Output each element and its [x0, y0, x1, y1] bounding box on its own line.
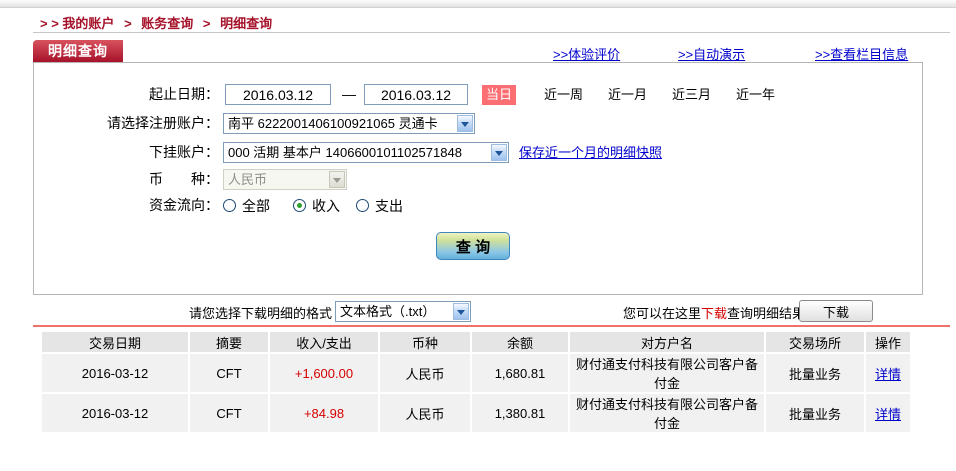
quick-range-month[interactable]: 近一月 — [608, 85, 647, 105]
top-gradient-strip — [0, 0, 956, 8]
cell-currency: 人民币 — [380, 354, 470, 392]
date-to-input[interactable] — [364, 84, 468, 105]
date-range-label: 起止日期： — [34, 84, 219, 105]
download-button[interactable]: 下载 — [799, 300, 873, 322]
cell-amount: +84.98 — [270, 394, 378, 432]
table-top-divider — [33, 325, 950, 327]
tab-label: 明细查询 — [48, 43, 108, 59]
sub-account-select[interactable]: 000 活期 基本户 1406600101102571848 — [223, 142, 509, 163]
chevron-down-icon — [457, 115, 473, 132]
detail-query-page: > > 我的账户 > 账务查询 > 明细查询 明细查询 >>体验评价 >>自动演… — [0, 0, 956, 471]
currency-label: 币 种： — [34, 169, 219, 190]
cell-balance: 1,380.81 — [472, 394, 568, 432]
sub-account-value: 000 活期 基本户 1406600101102571848 — [228, 144, 489, 161]
header-divider — [33, 32, 950, 33]
radio-checked-icon — [293, 199, 306, 212]
radio-unchecked-icon — [223, 199, 236, 212]
breadcrumb: > > 我的账户 > 账务查询 > 明细查询 — [40, 13, 272, 32]
registered-account-label: 请选择注册账户： — [34, 113, 219, 134]
registered-account-select[interactable]: 南平 6222001406100921065 灵通卡 — [223, 113, 475, 134]
date-range-dash: — — [339, 84, 359, 105]
cell-venue: 批量业务 — [766, 354, 864, 392]
cell-action: 详情 — [866, 394, 910, 432]
link-experience-review[interactable]: >>体验评价 — [553, 44, 620, 63]
download-hint-download-word: 下载 — [701, 306, 727, 321]
link-view-column-info[interactable]: >>查看栏目信息 — [815, 44, 908, 63]
currency-select: 人民币 — [223, 169, 347, 190]
breadcrumb-account-query[interactable]: 账务查询 — [141, 16, 193, 31]
col-header-amount: 收入/支出 — [270, 332, 378, 352]
cell-venue: 批量业务 — [766, 394, 864, 432]
cell-summary: CFT — [190, 354, 268, 392]
cell-date: 2016-03-12 — [42, 394, 188, 432]
download-hint: 您可以在这里下载查询明细结果 — [623, 303, 805, 324]
table-row: 2016-03-12 CFT +1,600.00 人民币 1,680.81 财付… — [42, 354, 910, 392]
save-snapshot-link[interactable]: 保存近一个月的明细快照 — [519, 142, 662, 163]
download-format-select[interactable]: 文本格式（.txt） — [335, 301, 471, 322]
transaction-table: 交易日期 摘要 收入/支出 币种 余额 对方户名 交易场所 操作 2016-03… — [40, 330, 912, 434]
col-header-balance: 余额 — [472, 332, 568, 352]
col-header-action: 操作 — [866, 332, 910, 352]
cell-action: 详情 — [866, 354, 910, 392]
chevron-down-icon — [329, 171, 345, 188]
download-hint-pre: 您可以在这里 — [623, 306, 701, 321]
cell-counterparty: 财付通支付科技有限公司客户备付金 — [570, 354, 764, 392]
col-header-venue: 交易场所 — [766, 332, 864, 352]
col-header-summary: 摘要 — [190, 332, 268, 352]
cell-date: 2016-03-12 — [42, 354, 188, 392]
flow-radio-income[interactable]: 收入 — [293, 195, 340, 216]
flow-radio-income-label: 收入 — [312, 196, 340, 216]
breadcrumb-separator: > — [203, 16, 211, 31]
cell-summary: CFT — [190, 394, 268, 432]
tab-detail-query[interactable]: 明细查询 — [33, 40, 123, 62]
table-row: 2016-03-12 CFT +84.98 人民币 1,380.81 财付通支付… — [42, 394, 910, 432]
sub-account-label: 下挂账户： — [34, 142, 219, 163]
radio-unchecked-icon — [356, 199, 369, 212]
col-header-counterparty: 对方户名 — [570, 332, 764, 352]
chevron-down-icon — [491, 144, 507, 161]
registered-account-value: 南平 6222001406100921065 灵通卡 — [228, 115, 455, 132]
quick-range-week[interactable]: 近一周 — [544, 85, 583, 105]
detail-link[interactable]: 详情 — [875, 367, 901, 382]
currency-value: 人民币 — [228, 171, 327, 188]
breadcrumb-separator: > — [124, 16, 132, 31]
chevron-down-icon — [453, 303, 469, 320]
col-header-date: 交易日期 — [42, 332, 188, 352]
flow-radio-all-label: 全部 — [242, 196, 270, 216]
col-header-currency: 币种 — [380, 332, 470, 352]
quick-range-today-button[interactable]: 当日 — [482, 85, 516, 105]
download-format-value: 文本格式（.txt） — [340, 303, 451, 320]
link-auto-demo[interactable]: >>自动演示 — [678, 44, 745, 63]
detail-link[interactable]: 详情 — [875, 407, 901, 422]
flow-radio-all[interactable]: 全部 — [223, 195, 270, 216]
download-hint-post: 查询明细结果 — [727, 306, 805, 321]
breadcrumb-my-account[interactable]: 我的账户 — [62, 16, 114, 31]
cell-currency: 人民币 — [380, 394, 470, 432]
query-button[interactable]: 查 询 — [436, 232, 510, 260]
table-header-row: 交易日期 摘要 收入/支出 币种 余额 对方户名 交易场所 操作 — [42, 332, 910, 352]
query-form-panel: 起止日期： — 当日 近一周 近一月 近三月 近一年 请选择注册账户： 南平 6… — [33, 62, 923, 295]
fund-flow-label: 资金流向： — [34, 195, 219, 216]
breadcrumb-detail-query[interactable]: 明细查询 — [220, 16, 272, 31]
flow-radio-expense[interactable]: 支出 — [356, 195, 403, 216]
quick-range-year[interactable]: 近一年 — [736, 85, 775, 105]
cell-counterparty: 财付通支付科技有限公司客户备付金 — [570, 394, 764, 432]
quick-range-quarter[interactable]: 近三月 — [672, 85, 711, 105]
cell-balance: 1,680.81 — [472, 354, 568, 392]
date-from-input[interactable] — [225, 84, 331, 105]
flow-radio-expense-label: 支出 — [375, 196, 403, 216]
cell-amount: +1,600.00 — [270, 354, 378, 392]
download-format-label: 请您选择下载明细的格式 — [160, 303, 332, 324]
breadcrumb-arrows: > > — [40, 16, 59, 31]
